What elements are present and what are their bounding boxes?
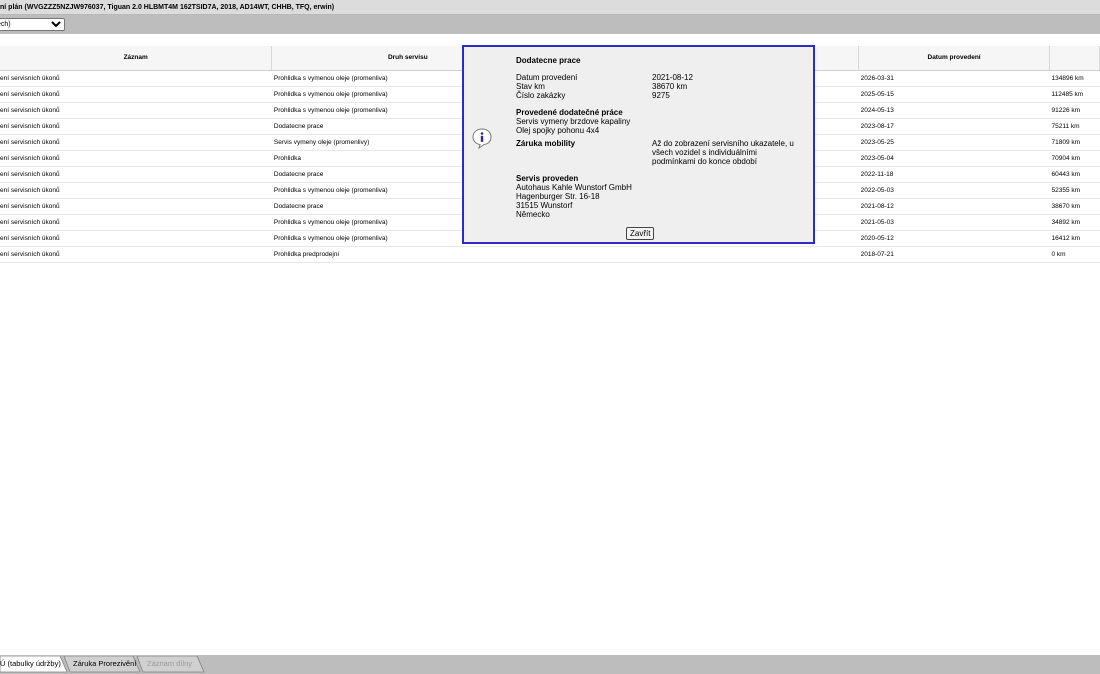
cell-date: 2022-05-03 bbox=[858, 182, 1050, 199]
cell-mileage: 38670 km bbox=[1049, 198, 1100, 215]
column-header-date[interactable]: Datum provedení bbox=[858, 46, 1050, 71]
dealer-country: Německo bbox=[516, 210, 550, 219]
cell-mileage: 75211 km bbox=[1049, 118, 1100, 135]
cell-date: 2020-05-12 bbox=[858, 230, 1050, 247]
cell-date: 2018-07-21 bbox=[858, 246, 1050, 263]
tab-maintenance-tables[interactable]: Ú (tabulky údržby) bbox=[0, 656, 61, 671]
detail-label: Stav km bbox=[516, 82, 545, 91]
cell-record: ení servisních úkonů bbox=[0, 246, 272, 263]
cell-record: ení servisních úkonů bbox=[0, 214, 272, 231]
cell-mileage: 70904 km bbox=[1049, 150, 1100, 167]
close-button[interactable]: Zavřít bbox=[626, 227, 655, 240]
cell-date: 2022-11-18 bbox=[858, 166, 1050, 183]
mobility-row: Záruka mobility Až do zobrazení servisní… bbox=[516, 139, 806, 166]
cell-date: 2021-05-03 bbox=[858, 214, 1050, 231]
cell-hidden bbox=[543, 246, 859, 263]
extra-work-item: Olej spojky pohonu 4x4 bbox=[516, 126, 600, 135]
cell-mileage: 91226 km bbox=[1049, 102, 1100, 119]
cell-record: ení servisních úkonů bbox=[0, 118, 272, 135]
cell-record: ení servisních úkonů bbox=[0, 150, 272, 167]
tab-workshop-record[interactable]: Záznam dílny bbox=[147, 656, 192, 671]
cell-mileage: 34892 km bbox=[1049, 214, 1100, 231]
cell-record: ení servisních úkonů bbox=[0, 134, 272, 151]
cell-record: ení servisních úkonů bbox=[0, 182, 272, 199]
dealer-name: Autohaus Kahle Wunstorf GmbH bbox=[516, 183, 632, 192]
cell-date: 2023-08-17 bbox=[858, 118, 1050, 135]
detail-label: Číslo zakázky bbox=[516, 91, 566, 100]
cell-record: ení servisních úkonů bbox=[0, 166, 272, 183]
mobility-text-line: podmínkami do konce období bbox=[652, 157, 757, 166]
detail-value: 38670 km bbox=[652, 82, 688, 91]
cell-mileage: 52355 km bbox=[1049, 182, 1100, 199]
toolbar: ech) bbox=[0, 15, 1100, 34]
cell-date: 2023-05-25 bbox=[858, 134, 1050, 151]
detail-value: 9275 bbox=[652, 91, 670, 100]
mobility-text-line: všech vozidel s individuálními bbox=[652, 148, 757, 157]
tab-rust-warranty[interactable]: Záruka Prorezivění bbox=[73, 656, 136, 671]
window-title: ní plán (WVGZZZ5NZJW976037, Tiguan 2.0 H… bbox=[0, 0, 1100, 15]
popup-title: Dodatecne prace bbox=[516, 56, 581, 65]
cell-mileage: 134896 km bbox=[1049, 70, 1100, 87]
cell-record: ení servisních úkonů bbox=[0, 198, 272, 215]
dealer-city: 31515 Wunstorf bbox=[516, 201, 573, 210]
cell-mileage: 60443 km bbox=[1049, 166, 1100, 183]
table-row[interactable]: ení servisních úkonů Prohlidka predprodej… bbox=[0, 246, 1100, 263]
cell-service-type: Prohlidka predprodejni bbox=[271, 246, 544, 263]
cell-mileage: 16412 km bbox=[1049, 230, 1100, 247]
serviced-by-heading: Servis proveden bbox=[516, 174, 579, 183]
detail-row-order-number: Číslo zakázky 9275 bbox=[516, 91, 806, 100]
extra-work-heading: Provedené dodatečné práce bbox=[516, 108, 623, 117]
dealer-street: Hagenburger Str. 16-18 bbox=[516, 192, 600, 201]
cell-date: 2024-05-13 bbox=[858, 102, 1050, 119]
mobility-text-line: Až do zobrazení servisního ukazatele, u bbox=[652, 139, 794, 148]
cell-mileage: 71809 km bbox=[1049, 134, 1100, 151]
cell-record: ení servisních úkonů bbox=[0, 86, 272, 103]
detail-row-mileage: Stav km 38670 km bbox=[516, 82, 806, 91]
info-icon bbox=[472, 128, 492, 149]
cell-date: 2026-03-31 bbox=[858, 70, 1050, 87]
cell-record: ení servisních úkonů bbox=[0, 102, 272, 119]
cell-mileage: 0 km bbox=[1049, 246, 1100, 263]
detail-label: Datum provedení bbox=[516, 73, 578, 82]
detail-value: 2021-08-12 bbox=[652, 73, 693, 82]
cell-record: ení servisních úkonů bbox=[0, 230, 272, 247]
cell-mileage: 112485 km bbox=[1049, 86, 1100, 103]
bottom-tab-bar: Ú (tabulky údržby) Záruka Prorezivění Zá… bbox=[0, 655, 1100, 674]
service-detail-popup: Dodatecne prace Datum provedení 2021-08-… bbox=[462, 45, 815, 244]
column-header-mileage[interactable] bbox=[1049, 46, 1100, 71]
cell-date: 2025-05-15 bbox=[858, 86, 1050, 103]
view-select[interactable]: ech) bbox=[0, 18, 65, 31]
column-header-record[interactable]: Záznam bbox=[0, 46, 273, 71]
cell-date: 2023-05-04 bbox=[858, 150, 1050, 167]
detail-row-date: Datum provedení 2021-08-12 bbox=[516, 73, 806, 82]
mobility-label: Záruka mobility bbox=[516, 139, 576, 148]
cell-record: ení servisních úkonů bbox=[0, 70, 272, 87]
extra-work-item: Servis vymeny brzdove kapaliny bbox=[516, 117, 631, 126]
cell-date: 2021-08-12 bbox=[858, 198, 1050, 215]
